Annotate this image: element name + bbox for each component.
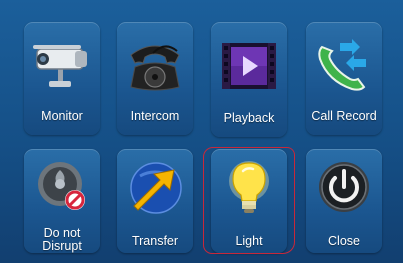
menu-grid: Monitor Intercom Playback Call Record Do… — [0, 0, 403, 263]
control-panel: Monitor Intercom Playback Call Record Do… — [0, 0, 403, 263]
intercom-button[interactable]: Intercom — [117, 22, 193, 135]
intercom-label: Intercom — [130, 109, 180, 123]
film-play-icon — [211, 30, 287, 102]
call-record-icon — [306, 30, 382, 102]
light-button[interactable]: Light — [211, 149, 287, 253]
transfer-label: Transfer — [131, 234, 179, 248]
camera-icon — [24, 30, 100, 102]
do-not-disturb-icon — [24, 155, 100, 217]
transfer-arrow-icon — [117, 155, 193, 219]
transfer-button[interactable]: Transfer — [117, 149, 193, 253]
monitor-label: Monitor — [41, 109, 83, 123]
light-label: Light — [235, 234, 263, 248]
playback-label: Playback — [223, 111, 275, 125]
power-icon — [306, 155, 382, 219]
call-record-button[interactable]: Call Record — [306, 22, 382, 135]
do-not-disrupt-label: Do not Disrupt — [42, 226, 82, 253]
telephone-icon — [117, 30, 193, 102]
playback-button[interactable]: Playback — [211, 22, 287, 137]
lightbulb-icon — [211, 155, 287, 219]
close-button[interactable]: Close — [306, 149, 382, 253]
call-record-label: Call Record — [311, 109, 377, 123]
close-label: Close — [328, 234, 360, 248]
do-not-disrupt-button[interactable]: Do not Disrupt — [24, 149, 100, 253]
monitor-button[interactable]: Monitor — [24, 22, 100, 135]
